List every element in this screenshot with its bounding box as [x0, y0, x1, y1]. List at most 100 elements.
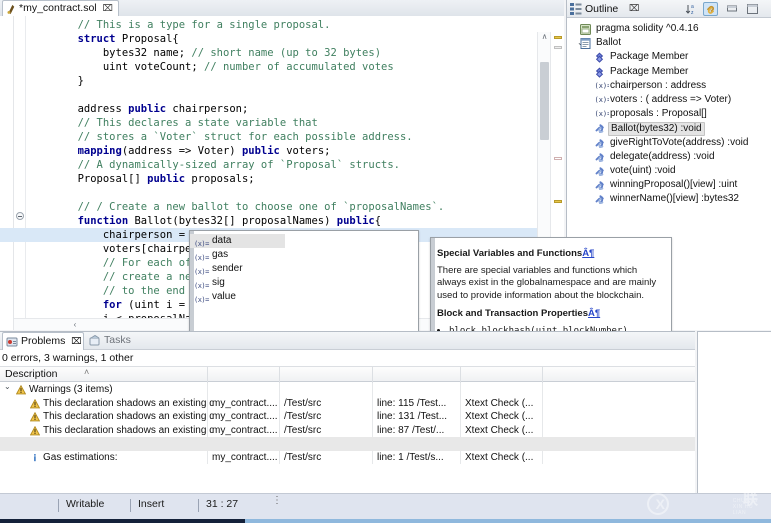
code-line[interactable]: // This is a type for a single proposal. [27, 18, 537, 32]
content-assist-item[interactable]: (x)=data [190, 234, 285, 248]
outline-node[interactable]: ⌄Ballot [567, 36, 771, 50]
problems-twisty-icon[interactable]: ⌄ [4, 382, 11, 391]
editor-marker-gutter[interactable] [0, 16, 14, 330]
scroll-up-icon[interactable]: ∧ [540, 32, 549, 41]
problems-tabbar: Problems ⌧ Tasks [0, 332, 695, 350]
code-line[interactable]: // stores a `Voter` struct for each poss… [27, 130, 537, 144]
editor-folding-gutter[interactable] [14, 16, 26, 330]
outline-node[interactable]: (x)=proposals : Proposal[] [567, 107, 771, 121]
outline-node[interactable]: pragma solidity ^0.4.16 [567, 22, 771, 36]
content-assist-item-label: sender [212, 263, 243, 274]
content-assist-item[interactable]: (x)=value [190, 290, 418, 304]
column-header-path[interactable] [280, 367, 373, 383]
fold-marker-icon[interactable] [16, 212, 24, 220]
sort-icon[interactable]: a z [685, 2, 700, 16]
code-line[interactable]: // / Create a new ballot to choose one o… [27, 200, 537, 214]
code-line[interactable]: uint voteCount; // number of accumulated… [27, 60, 537, 74]
problems-item-row[interactable]: This declaration shadows an existing dec… [0, 397, 695, 411]
problems-cell-divider [543, 383, 695, 397]
close-icon[interactable]: ⌧ [71, 336, 81, 346]
problems-summary: 0 errors, 3 warnings, 1 other [2, 352, 133, 364]
outline-node[interactable]: vote(uint) :void [567, 164, 771, 178]
problems-cell-type: Xtext Check (... [465, 451, 543, 465]
code-line[interactable]: mapping(address => Voter) public voters; [27, 144, 537, 158]
outline-node[interactable]: Ballot(bytes32) :void [567, 121, 771, 135]
scroll-left-icon[interactable]: ‹ [70, 319, 80, 330]
content-assist-item-label: sig [212, 277, 225, 288]
tab-tasks[interactable]: Tasks [86, 332, 146, 350]
outline-node-label: Ballot(bytes32) :void [608, 122, 705, 136]
doc-anchor-link[interactable]: Â¶ [588, 308, 600, 319]
close-icon[interactable]: ⌧ [629, 3, 639, 14]
problems-column-header: Description ˄ [0, 366, 695, 382]
code-line[interactable]: // A dynamically-sized array of `Proposa… [27, 158, 537, 172]
problems-cell-path: /Test/src [284, 410, 373, 424]
content-assist-item[interactable]: (x)=sender [190, 262, 418, 276]
minimize-icon[interactable] [725, 2, 740, 16]
outline-node[interactable]: winnerName()[view] :bytes32 [567, 192, 771, 206]
outline-node-label: delegate(address) :void [610, 150, 715, 164]
close-icon[interactable]: ⌧ [103, 3, 113, 13]
code-line[interactable]: // This declares a state variable that [27, 116, 537, 130]
outline-node-label: vote(uint) :void [610, 164, 676, 178]
problems-cell-divider [543, 397, 695, 411]
column-header-resource[interactable] [208, 367, 280, 383]
problems-group-row[interactable]: ⌄Warnings (3 items) [0, 383, 695, 397]
problems-cell-resource: my_contract.... [212, 410, 280, 424]
code-line[interactable]: Proposal[] public proposals; [27, 172, 537, 186]
column-header-type[interactable] [461, 367, 543, 383]
column-header-location[interactable] [373, 367, 461, 383]
status-resize-handle[interactable]: ⋮ [272, 498, 282, 503]
link-with-editor-icon[interactable] [703, 2, 718, 16]
outline-node-label: Package Member [610, 50, 688, 64]
problems-cell-description: Gas estimations: [43, 451, 213, 465]
code-line[interactable] [27, 186, 537, 200]
outline-node-label: giveRightToVote(address) :void [610, 136, 748, 150]
problems-cell-divider [280, 383, 373, 397]
overview-marker-warning[interactable] [554, 46, 562, 49]
content-assist-list[interactable]: (x)=data(x)=gas(x)=sender(x)=sig(x)=valu… [190, 234, 418, 304]
outline-node[interactable]: winningProposal()[view] :uint [567, 178, 771, 192]
problems-cell-location: line: 87 /Test/... [377, 424, 461, 438]
outline-node-label: pragma solidity ^0.4.16 [596, 22, 699, 36]
editor-tab-label: *my_contract.sol [19, 2, 97, 14]
outline-node[interactable]: Package Member [567, 50, 771, 64]
editor-vertical-scroll-thumb[interactable] [540, 62, 549, 140]
content-assist-item[interactable]: (x)=gas [190, 248, 418, 262]
editor-tab-my-contract[interactable]: *my_contract.sol ⌧ [2, 0, 119, 16]
problems-cell-divider [461, 383, 543, 397]
outline-node-label: voters : ( address => Voter) [610, 93, 731, 107]
column-header-description[interactable]: Description ˄ [0, 367, 208, 383]
overview-marker-info[interactable] [554, 157, 562, 160]
problems-cell-location: line: 131 /Test... [377, 410, 461, 424]
outline-node[interactable]: delegate(address) :void [567, 150, 771, 164]
maximize-icon[interactable] [745, 2, 760, 16]
code-line[interactable]: bytes32 name; // short name (up to 32 by… [27, 46, 537, 60]
problems-cell-divider [543, 424, 695, 438]
outline-node[interactable]: (x)=voters : ( address => Voter) [567, 93, 771, 107]
code-line[interactable]: function Ballot(bytes32[] proposalNames)… [27, 214, 537, 228]
outline-node-label: winnerName()[view] :bytes32 [610, 192, 739, 206]
tab-problems[interactable]: Problems ⌧ [2, 332, 84, 350]
overview-marker-warning[interactable] [554, 200, 562, 203]
problems-cell-divider [543, 451, 695, 465]
doc-anchor-link[interactable]: Â¶ [582, 248, 594, 259]
outline-node[interactable]: giveRightToVote(address) :void [567, 136, 771, 150]
problems-item-row[interactable]: This declaration shadows an existing dec… [0, 410, 695, 424]
problems-separator-band [0, 437, 695, 451]
doc-heading-2-text: Block and Transaction Properties [437, 308, 588, 319]
problems-cell-description: This declaration shadows an existing dec… [43, 397, 213, 411]
content-assist-item[interactable]: (x)=sig [190, 276, 418, 290]
problems-cell-path: /Test/src [284, 424, 373, 438]
problems-item-row[interactable]: Gas estimations:my_contract..../Test/src… [0, 451, 695, 465]
outline-node[interactable]: Package Member [567, 65, 771, 79]
column-header-extra[interactable] [543, 367, 695, 383]
code-line[interactable]: struct Proposal{ [27, 32, 537, 46]
code-line[interactable] [27, 88, 537, 102]
outline-node[interactable]: (x)=chairperson : address [567, 79, 771, 93]
status-separator [58, 499, 59, 512]
code-line[interactable]: } [27, 74, 537, 88]
overview-marker-warning[interactable] [554, 36, 562, 39]
problems-item-row[interactable]: This declaration shadows an existing dec… [0, 424, 695, 438]
code-line[interactable]: address public chairperson; [27, 102, 537, 116]
